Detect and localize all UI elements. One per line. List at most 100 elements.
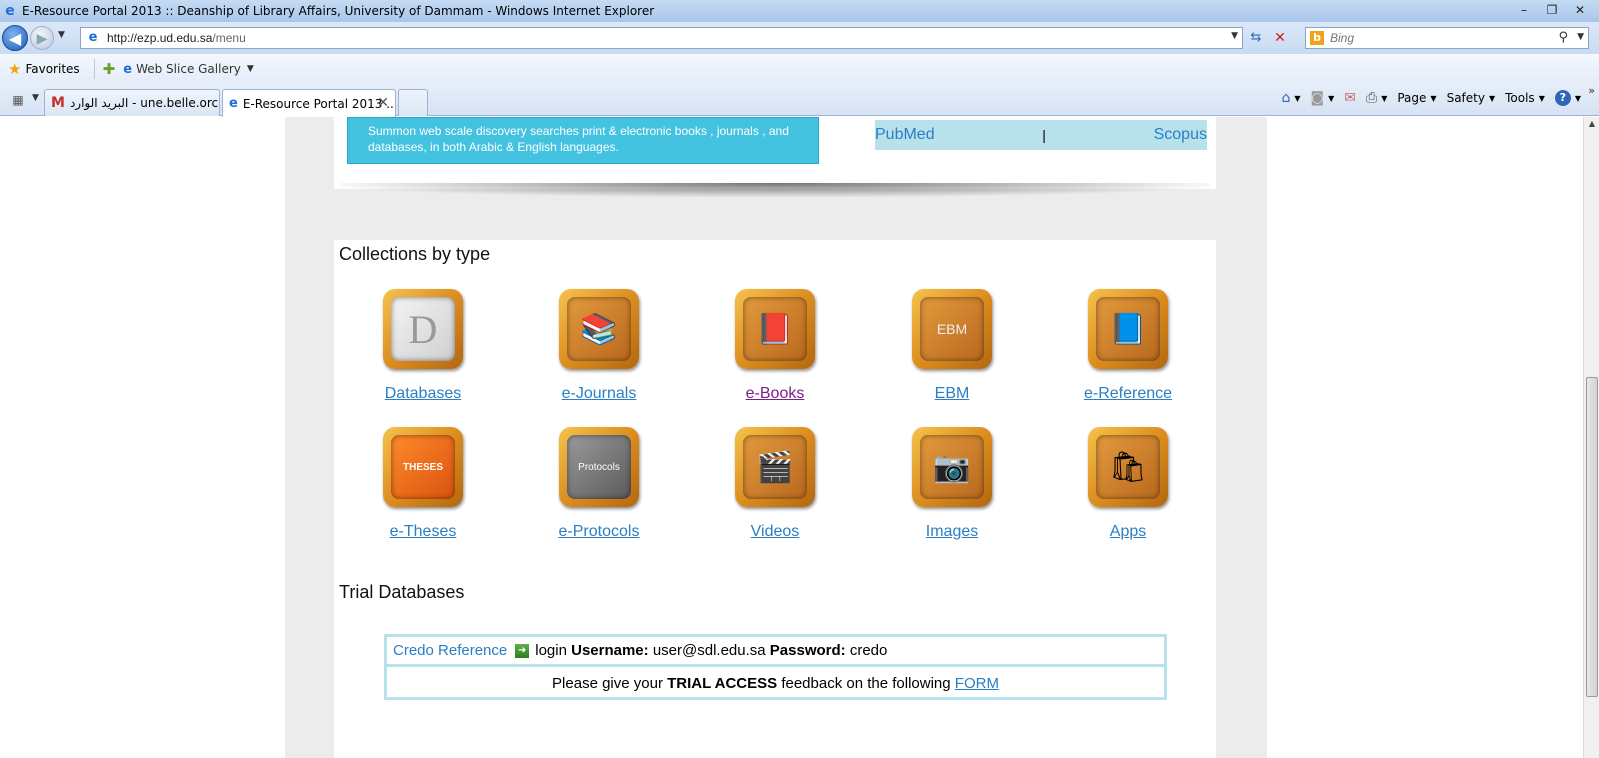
ebm-link[interactable]: EBM — [877, 385, 1027, 403]
e-reference-icon[interactable]: 📘 — [1088, 289, 1168, 369]
apps-link[interactable]: Apps — [1053, 523, 1203, 541]
apps-store-icon[interactable]: 🛍 — [1088, 427, 1168, 507]
title-bar: e E-Resource Portal 2013 :: Deanship of … — [0, 0, 1599, 22]
back-button[interactable]: ◀ — [2, 25, 28, 51]
vertical-scrollbar[interactable]: ▲ — [1583, 117, 1599, 758]
print-button[interactable]: ⎙ ▼ — [1366, 90, 1387, 106]
address-dropdown-icon[interactable]: ▼ — [1231, 31, 1238, 41]
panel-shadow — [340, 183, 1210, 197]
database-book-glyph: D — [391, 297, 455, 361]
images-camera-icon[interactable]: 📷 — [912, 427, 992, 507]
safety-menu[interactable]: Safety ▼ — [1447, 91, 1496, 105]
username-label: Username: — [571, 642, 649, 659]
forward-button[interactable]: ▶ — [30, 26, 54, 50]
more-commands-icon[interactable]: » — [1588, 84, 1595, 97]
collection-ebm[interactable]: EBM EBM — [877, 289, 1027, 403]
e-protocols-link[interactable]: e-Protocols — [524, 523, 674, 541]
feedback-form-link[interactable]: FORM — [955, 675, 999, 692]
quick-database-links: PubMed | Scopus — [875, 120, 1207, 150]
book-glyph: 📕 — [743, 297, 807, 361]
search-input[interactable] — [1330, 31, 1550, 45]
tools-menu[interactable]: Tools ▼ — [1505, 91, 1545, 105]
quick-tabs-icon[interactable]: ▦ — [6, 91, 30, 109]
feedback-bold: TRIAL ACCESS — [667, 675, 778, 692]
favorites-star-icon[interactable]: ★ — [8, 60, 21, 78]
favorites-button[interactable]: Favorites — [25, 62, 79, 76]
e-journals-link[interactable]: e-Journals — [524, 385, 674, 403]
databases-link[interactable]: Databases — [348, 385, 498, 403]
command-bar: ⌂ ▼ ◙ ▼ ✉ ⎙ ▼ Page ▼ Safety ▼ Tools ▼ ? ▼ — [1271, 90, 1581, 106]
favorites-separator — [93, 59, 95, 79]
credo-reference-link[interactable]: Credo Reference — [393, 642, 507, 659]
minimize-button[interactable]: – — [1511, 1, 1537, 19]
web-slice-gallery-link[interactable]: Web Slice Gallery — [136, 62, 241, 76]
pubmed-link[interactable]: PubMed — [875, 126, 935, 144]
collection-videos[interactable]: 🎬 Videos — [700, 427, 850, 541]
home-button[interactable]: ⌂ ▼ — [1281, 90, 1300, 106]
address-bar[interactable]: e http://ezp.ud.edu.sa/menu ▼ — [80, 27, 1243, 49]
images-link[interactable]: Images — [877, 523, 1027, 541]
videos-clapper-icon[interactable]: 🎬 — [735, 427, 815, 507]
databases-icon[interactable]: D — [383, 289, 463, 369]
ie-page-icon: e — [229, 96, 238, 111]
ebm-stethoscope-icon[interactable]: EBM — [912, 289, 992, 369]
e-theses-icon[interactable]: THESES — [383, 427, 463, 507]
close-button[interactable]: ✕ — [1567, 1, 1593, 19]
scroll-up-arrow-icon[interactable]: ▲ — [1584, 119, 1599, 128]
collection-e-reference[interactable]: 📘 e-Reference — [1053, 289, 1203, 403]
e-books-icon[interactable]: 📕 — [735, 289, 815, 369]
collection-apps[interactable]: 🛍 Apps — [1053, 427, 1203, 541]
protocols-folder-glyph: Protocols — [567, 435, 631, 499]
ie-icon: e — [5, 3, 15, 19]
e-journals-icon[interactable]: 📚 — [559, 289, 639, 369]
login-text: login — [535, 642, 567, 659]
videos-link[interactable]: Videos — [700, 523, 850, 541]
printer-icon: ⎙ — [1366, 90, 1378, 106]
close-tab-icon[interactable]: ✕ — [377, 95, 389, 111]
search-icon[interactable]: ⚲ — [1558, 30, 1568, 45]
collection-e-theses[interactable]: THESES e-Theses — [348, 427, 498, 541]
refresh-icon[interactable]: ⇆ — [1246, 29, 1266, 47]
page-viewport: Summon web scale discovery searches prin… — [0, 117, 1583, 758]
tab-list-dropdown-icon[interactable]: ▼ — [32, 93, 39, 103]
collection-images[interactable]: 📷 Images — [877, 427, 1027, 541]
bing-icon: b — [1310, 31, 1324, 45]
web-slice-dropdown-icon[interactable]: ▼ — [247, 64, 254, 74]
clapperboard-glyph: 🎬 — [743, 435, 807, 499]
e-reference-link[interactable]: e-Reference — [1053, 385, 1203, 403]
search-options-dropdown-icon[interactable]: ▼ — [1577, 32, 1584, 42]
feeds-button[interactable]: ◙ ▼ — [1311, 90, 1335, 106]
help-button[interactable]: ? ▼ — [1554, 90, 1581, 106]
tab-gmail[interactable]: M البريد الوارد - une.belle.orch... — [44, 89, 220, 116]
new-tab-button[interactable] — [398, 89, 428, 116]
restore-button[interactable]: ❐ — [1539, 1, 1565, 19]
navigation-bar: ◀ ▶ ▼ e http://ezp.ud.edu.sa/menu ▼ ⇆ ✕ … — [0, 22, 1599, 54]
e-protocols-icon[interactable]: Protocols — [559, 427, 639, 507]
collection-databases[interactable]: D Databases — [348, 289, 498, 403]
recent-pages-dropdown[interactable]: ▼ — [58, 30, 65, 40]
scroll-thumb[interactable] — [1586, 377, 1598, 697]
scopus-link[interactable]: Scopus — [1154, 126, 1207, 144]
rss-icon: ◙ — [1310, 90, 1325, 106]
collection-e-books[interactable]: 📕 e-Books — [700, 289, 850, 403]
trial-databases-table: Credo Reference ➜ login Username: user@s… — [384, 634, 1167, 700]
stop-icon[interactable]: ✕ — [1270, 29, 1290, 47]
search-box[interactable]: b ⚲ ▼ — [1305, 27, 1589, 49]
app-store-bag-glyph: 🛍 — [1096, 435, 1160, 499]
trial-row-credo: Credo Reference ➜ login Username: user@s… — [387, 637, 1164, 667]
add-to-favorites-icon[interactable]: ✚ — [103, 60, 116, 78]
url-text[interactable]: http://ezp.ud.edu.sa/menu — [107, 31, 246, 45]
journals-glyph: 📚 — [567, 297, 631, 361]
chevron-down-icon: ▼ — [1430, 93, 1437, 103]
chevron-down-icon: ▼ — [1574, 93, 1581, 103]
e-books-link[interactable]: e-Books — [700, 385, 850, 403]
page-menu[interactable]: Page ▼ — [1397, 91, 1436, 105]
password-value: credo — [849, 642, 888, 659]
e-theses-link[interactable]: e-Theses — [348, 523, 498, 541]
login-key-icon[interactable]: ➜ — [515, 643, 530, 658]
read-mail-button[interactable]: ✉ — [1344, 90, 1356, 106]
tab-e-resource-portal[interactable]: e E-Resource Portal 2013 ... ✕ — [222, 89, 396, 117]
collection-e-protocols[interactable]: Protocols e-Protocols — [524, 427, 674, 541]
collection-e-journals[interactable]: 📚 e-Journals — [524, 289, 674, 403]
tab-label: E-Resource Portal 2013 ... — [242, 96, 396, 111]
